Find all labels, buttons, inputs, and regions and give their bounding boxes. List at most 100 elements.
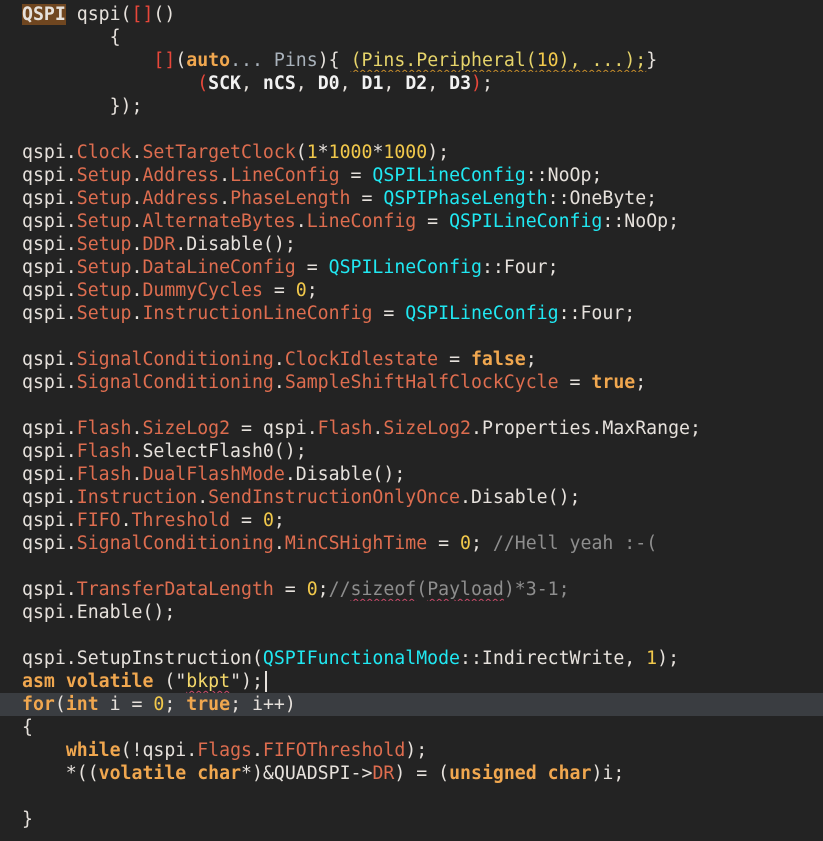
code-line[interactable]: qspi.SetupInstruction(QSPIFunctionalMode… bbox=[0, 647, 823, 670]
code-line[interactable]: qspi.Instruction.SendInstructionOnlyOnce… bbox=[0, 486, 823, 509]
code-token: 0 bbox=[262, 510, 274, 531]
code-line[interactable]: qspi.Setup.Address.PhaseLength = QSPIPha… bbox=[0, 187, 823, 210]
code-token: FIFO bbox=[76, 510, 121, 531]
code-token: }); bbox=[22, 96, 143, 117]
code-line[interactable] bbox=[0, 325, 823, 348]
code-line[interactable]: qspi.Clock.SetTargetClock(1*1000*1000); bbox=[0, 141, 823, 164]
code-line[interactable]: qspi.Setup.InstructionLineConfig = QSPIL… bbox=[0, 302, 823, 325]
code-token: ::IndirectWrite, bbox=[460, 648, 647, 669]
code-line[interactable]: { bbox=[0, 716, 823, 739]
code-line[interactable] bbox=[0, 118, 823, 141]
code-token: Flags bbox=[197, 740, 252, 761]
code-line[interactable]: *((volatile char*)&QUADSPI->DR) = (unsig… bbox=[0, 762, 823, 785]
code-token: ; bbox=[525, 349, 537, 370]
code-token: SetupInstruction( bbox=[76, 648, 263, 669]
code-line[interactable]: qspi.Setup.Address.LineConfig = QSPILine… bbox=[0, 164, 823, 187]
code-token: = bbox=[416, 211, 450, 232]
code-token: ( bbox=[416, 579, 428, 600]
code-token: DR bbox=[372, 763, 395, 784]
code-token: Disable(); bbox=[295, 464, 406, 485]
code-line[interactable]: while(!qspi.Flags.FIFOThreshold); bbox=[0, 739, 823, 762]
code-token: qspi. bbox=[22, 418, 77, 439]
code-token: ) = ( bbox=[394, 763, 450, 784]
code-token: ; bbox=[273, 510, 285, 531]
code-line[interactable]: }); bbox=[0, 95, 823, 118]
code-token: qspi. bbox=[22, 234, 77, 255]
code-token: Threshold bbox=[131, 510, 231, 531]
code-line[interactable]: [](auto... Pins){ (Pins.Peripheral(10), … bbox=[0, 49, 823, 72]
code-line[interactable]: } bbox=[0, 808, 823, 831]
code-token: ), ...); bbox=[558, 50, 647, 71]
code-token: Address bbox=[142, 188, 220, 209]
code-token: ; bbox=[470, 533, 493, 554]
code-line[interactable]: qspi.Flash.SelectFlash0(); bbox=[0, 440, 823, 463]
code-token: Setup bbox=[76, 280, 132, 301]
code-token: volatile bbox=[98, 763, 187, 784]
code-token: Flash bbox=[76, 418, 132, 439]
code-line[interactable]: qspi.Flash.DualFlashMode.Disable(); bbox=[0, 463, 823, 486]
code-token: SampleShiftHalfClockCycle bbox=[284, 372, 559, 393]
code-line[interactable]: qspi.Enable(); bbox=[0, 601, 823, 624]
code-token: auto bbox=[186, 50, 231, 71]
code-lines[interactable]: QSPI qspi([]() { [](auto... Pins){ (Pins… bbox=[0, 0, 823, 841]
code-line[interactable] bbox=[0, 785, 823, 808]
code-token: QSPI bbox=[22, 4, 66, 25]
code-line[interactable]: qspi.Setup.DDR.Disable(); bbox=[0, 233, 823, 256]
code-token: . bbox=[219, 188, 231, 209]
code-token: qspi. bbox=[22, 303, 77, 324]
code-token: ... bbox=[230, 50, 263, 71]
code-token: SetTargetClock bbox=[142, 142, 296, 163]
code-line[interactable]: qspi.Setup.DataLineConfig = QSPILineConf… bbox=[0, 256, 823, 279]
code-token: Address bbox=[142, 165, 220, 186]
code-line[interactable] bbox=[0, 555, 823, 578]
code-token: ClockIdlestate bbox=[284, 349, 439, 370]
code-token: Setup bbox=[76, 188, 132, 209]
code-token: qspi. bbox=[22, 142, 77, 163]
code-token: { bbox=[22, 717, 33, 738]
code-token: (!qspi. bbox=[120, 740, 198, 761]
code-line[interactable]: qspi.Flash.SizeLog2 = qspi.Flash.SizeLog… bbox=[0, 417, 823, 440]
code-token: D0 bbox=[317, 73, 340, 94]
code-token: ); bbox=[657, 648, 680, 669]
code-token: ::NoOp; bbox=[525, 165, 603, 186]
code-token: . bbox=[197, 487, 209, 508]
code-token: . bbox=[131, 188, 143, 209]
code-line[interactable]: QSPI qspi([]() bbox=[0, 3, 823, 26]
code-line[interactable]: qspi.FIFO.Threshold = 0; bbox=[0, 509, 823, 532]
code-token: QSPILineConfig bbox=[405, 303, 559, 324]
code-line[interactable]: { bbox=[0, 26, 823, 49]
code-token: *(( bbox=[22, 763, 99, 784]
code-token: qspi. bbox=[22, 579, 77, 600]
code-line[interactable]: qspi.SignalConditioning.SampleShiftHalfC… bbox=[0, 371, 823, 394]
code-token: . bbox=[131, 142, 143, 163]
code-token: qspi. bbox=[22, 648, 77, 669]
code-line[interactable] bbox=[0, 394, 823, 417]
code-token: unsigned bbox=[449, 763, 537, 784]
code-token: Enable(); bbox=[76, 602, 176, 623]
code-line[interactable]: qspi.SignalConditioning.MinCSHighTime = … bbox=[0, 532, 823, 555]
code-editor[interactable]: QSPI qspi([]() { [](auto... Pins){ (Pins… bbox=[0, 0, 823, 841]
code-line[interactable]: qspi.Setup.AlternateBytes.LineConfig = Q… bbox=[0, 210, 823, 233]
code-token: = bbox=[438, 349, 471, 370]
code-line[interactable]: qspi.TransferDataLength = 0;//sizeof(Pay… bbox=[0, 578, 823, 601]
code-token: //Hell yeah :-( bbox=[492, 533, 658, 554]
code-token: qspi. bbox=[22, 349, 77, 370]
code-token: Flash bbox=[317, 418, 373, 439]
code-token: QSPILineConfig bbox=[449, 211, 603, 232]
code-token: = bbox=[350, 188, 384, 209]
code-line[interactable]: (SCK, nCS, D0, D1, D2, D3); bbox=[0, 72, 823, 95]
code-line[interactable]: qspi.Setup.DummyCycles = 0; bbox=[0, 279, 823, 302]
code-token: while bbox=[65, 740, 121, 761]
code-line[interactable]: for(int i = 0; true; i++) bbox=[0, 693, 823, 716]
code-token: D1 bbox=[361, 73, 384, 94]
code-token: LineConfig bbox=[306, 211, 417, 232]
code-token: PhaseLength bbox=[230, 188, 351, 209]
code-token: = bbox=[372, 303, 406, 324]
code-token: = bbox=[558, 372, 592, 393]
code-line[interactable]: asm volatile ("bkpt"); bbox=[0, 670, 823, 693]
code-token: . bbox=[131, 303, 143, 324]
code-line[interactable] bbox=[0, 624, 823, 647]
code-line[interactable]: qspi.SignalConditioning.ClockIdlestate =… bbox=[0, 348, 823, 371]
code-token: Setup bbox=[76, 211, 132, 232]
